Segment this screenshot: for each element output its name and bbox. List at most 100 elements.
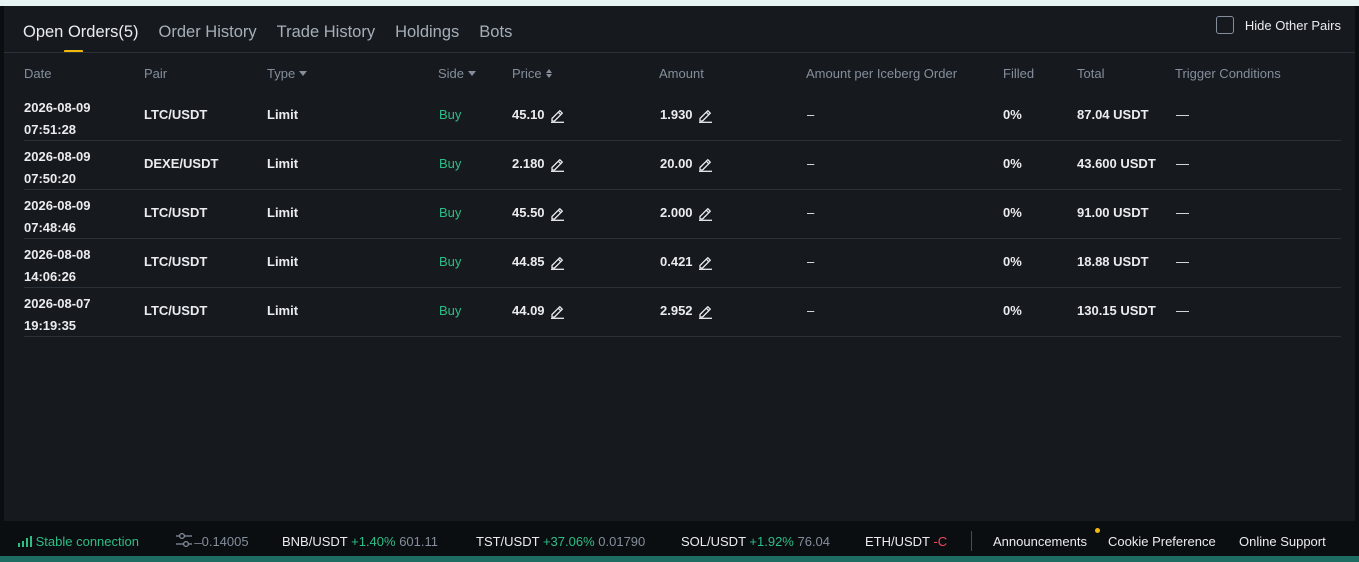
edit-price-icon[interactable] <box>545 107 565 124</box>
order-pair[interactable]: LTC/USDT <box>144 254 207 270</box>
order-datetime: 2026-08-09 07:48:46 <box>24 195 91 239</box>
edit-amount-icon[interactable] <box>693 205 713 222</box>
order-amount: 2.000 <box>660 205 693 220</box>
order-price: 45.50 <box>512 205 545 220</box>
tab-holdings[interactable]: Holdings <box>395 22 459 42</box>
order-iceberg: – <box>807 156 815 171</box>
order-date: 2026-08-07 <box>24 296 91 311</box>
ticker-settings-icon[interactable] <box>175 531 193 552</box>
tab-bots[interactable]: Bots <box>479 22 512 42</box>
order-total: 43.600 USDT <box>1077 156 1156 171</box>
order-pair[interactable]: LTC/USDT <box>144 303 207 319</box>
order-pair[interactable]: LTC/USDT <box>144 107 207 123</box>
order-row: 2026-08-07 19:19:35 LTC/USDT Limit Buy 44.09 2… <box>24 287 1341 337</box>
order-date: 2026-08-09 <box>24 198 91 213</box>
column-header-filled: Filled <box>1003 66 1034 81</box>
order-iceberg: – <box>807 303 815 318</box>
order-date: 2026-08-09 <box>24 100 91 115</box>
order-pair[interactable]: LTC/USDT <box>144 205 207 221</box>
order-datetime: 2026-08-09 07:50:20 <box>24 146 91 190</box>
order-amount-cell: 20.00 <box>660 156 713 173</box>
ticker-item[interactable]: ̶ 0.14005 <box>198 534 249 549</box>
ticker-change: +1.40% <box>351 534 396 549</box>
order-amount-cell: 0.421 <box>660 254 713 271</box>
order-iceberg: – <box>807 254 815 269</box>
ticker-price: 601.11 <box>399 534 438 549</box>
column-side-label: Side <box>438 66 465 81</box>
ticker-change: +37.06% <box>542 534 595 549</box>
order-price: 44.85 <box>512 254 545 269</box>
price-sort-icon <box>545 69 552 78</box>
ticker-change: +1.92% <box>749 534 794 549</box>
order-total: 130.15 USDT <box>1077 303 1156 318</box>
edit-price-icon[interactable] <box>545 205 565 222</box>
order-amount: 20.00 <box>660 156 693 171</box>
order-pair[interactable]: DEXE/USDT <box>144 156 218 172</box>
column-header-total: Total <box>1077 66 1104 81</box>
order-iceberg: – <box>807 107 815 122</box>
edit-amount-icon[interactable] <box>693 303 713 320</box>
signal-icon <box>18 536 32 547</box>
tab-bar: Open Orders(5) Order History Trade Histo… <box>23 20 532 53</box>
tab-trade-history[interactable]: Trade History <box>277 22 375 42</box>
orders-panel: Open Orders(5) Order History Trade Histo… <box>4 6 1355 521</box>
order-trigger: — <box>1176 205 1189 220</box>
order-type: Limit <box>267 205 299 220</box>
order-filled: 0% <box>1003 205 1022 220</box>
connection-status[interactable]: Stable connection <box>18 534 139 549</box>
edit-amount-icon[interactable] <box>693 107 713 124</box>
hide-other-pairs-toggle[interactable]: Hide Other Pairs <box>1215 16 1341 34</box>
cookie-preference-link[interactable]: Cookie Preference <box>1108 534 1216 549</box>
order-datetime: 2026-08-09 07:51:28 <box>24 97 91 141</box>
order-row: 2026-08-09 07:51:28 LTC/USDT Limit Buy 45.10 1… <box>24 91 1341 141</box>
column-filled-label: Filled <box>1003 66 1035 81</box>
order-type: Limit <box>267 303 299 318</box>
order-amount: 2.952 <box>660 303 693 318</box>
order-filled: 0% <box>1003 254 1022 269</box>
order-price-cell: 45.10 <box>512 107 565 124</box>
order-datetime: 2026-08-07 19:19:35 <box>24 293 91 337</box>
order-datetime: 2026-08-08 14:06:26 <box>24 244 91 288</box>
column-header-amount: Amount <box>659 66 704 81</box>
column-header-iceberg: Amount per Iceberg Order <box>806 66 957 81</box>
column-header-pair: Pair <box>144 66 167 81</box>
order-date: 2026-08-09 <box>24 149 91 164</box>
online-support-link[interactable]: Online Support <box>1239 534 1326 549</box>
column-header-type[interactable]: Type <box>267 66 308 81</box>
order-side: Buy <box>439 205 462 220</box>
order-side: Buy <box>439 254 462 269</box>
column-date-label: Date <box>24 66 52 81</box>
order-filled: 0% <box>1003 303 1022 318</box>
column-header-side[interactable]: Side <box>438 66 477 81</box>
ticker-pair: SOL/USDT <box>681 534 746 549</box>
edit-price-icon[interactable] <box>545 303 565 320</box>
order-price-cell: 44.85 <box>512 254 565 271</box>
column-header-trigger: Trigger Conditions <box>1175 66 1281 81</box>
edit-price-icon[interactable] <box>545 254 565 271</box>
ticker-item[interactable]: SOL/USDT +1.92% 76.04 <box>681 534 830 549</box>
type-filter-caret-icon <box>299 71 308 76</box>
ticker-pair: TST/USDT <box>476 534 540 549</box>
edit-amount-icon[interactable] <box>693 156 713 173</box>
ticker-change: -C <box>933 534 948 549</box>
edit-price-icon[interactable] <box>545 156 565 173</box>
announcements-link[interactable]: Announcements <box>993 534 1087 549</box>
ticker-pair: ETH/USDT <box>865 534 930 549</box>
tab-order-history[interactable]: Order History <box>159 22 257 42</box>
order-price: 45.10 <box>512 107 545 122</box>
order-filled: 0% <box>1003 107 1022 122</box>
tab-open-orders[interactable]: Open Orders(5) <box>23 22 139 53</box>
side-filter-caret-icon <box>468 71 477 76</box>
order-time: 14:06:26 <box>24 269 77 284</box>
column-header-price[interactable]: Price <box>512 66 552 81</box>
order-time: 07:50:20 <box>24 171 77 186</box>
ticker-item[interactable]: BNB/USDT +1.40% 601.11 <box>282 534 438 549</box>
ticker-item[interactable]: ETH/USDT -C <box>865 534 947 549</box>
tab-divider <box>4 52 1355 53</box>
connection-status-label: Stable connection <box>35 534 139 549</box>
hide-other-pairs-checkbox[interactable] <box>1215 16 1234 34</box>
edit-amount-icon[interactable] <box>693 254 713 271</box>
order-amount-cell: 1.930 <box>660 107 713 124</box>
order-amount: 1.930 <box>660 107 693 122</box>
ticker-item[interactable]: TST/USDT +37.06% 0.01790 <box>476 534 645 549</box>
